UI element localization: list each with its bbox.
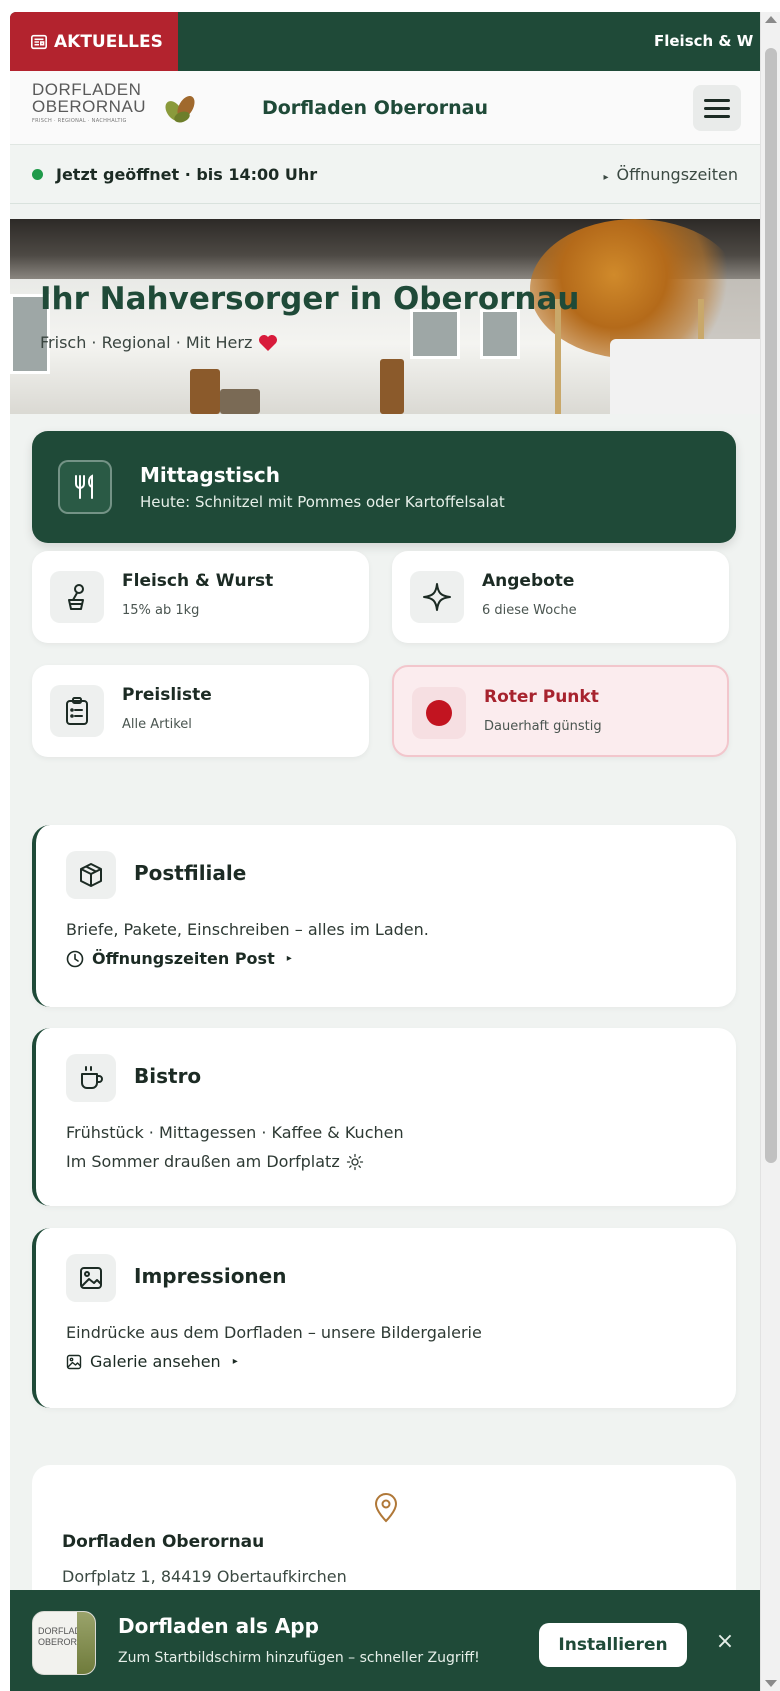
card-title: Impressionen — [134, 1264, 287, 1288]
opening-hours-link[interactable]: ▸ Öffnungszeiten — [603, 145, 738, 204]
news-ticker: AKTUELLES Fleisch & W — [10, 12, 760, 71]
scrollbar-thumb[interactable] — [765, 48, 777, 1163]
meat-icon — [50, 571, 104, 623]
card-title: Postfiliale — [134, 861, 247, 885]
site-header: DORFLADEN OBERORNAU FRISCH · REGIONAL · … — [10, 71, 760, 145]
hero-planter — [190, 369, 220, 414]
lunch-card[interactable]: Mittagstisch Heute: Schnitzel mit Pommes… — [32, 431, 736, 543]
scroll-down-arrow-icon[interactable] — [765, 1680, 777, 1687]
sparkle-icon — [410, 571, 464, 623]
address-name: Dorfladen Oberornau — [62, 1532, 265, 1552]
hamburger-icon-bar — [704, 106, 730, 110]
cutlery-icon — [58, 460, 112, 514]
gallery-link-label: Galerie ansehen — [90, 1352, 221, 1371]
open-status-text: Jetzt geöffnet · bis 14:00 Uhr — [56, 165, 318, 184]
tile-subtitle: Alle Artikel — [122, 717, 192, 732]
hero-subtitle: Frisch · Regional · Mit Herz — [40, 333, 278, 352]
image-icon — [66, 1254, 116, 1302]
card-text-secondary-label: Im Sommer draußen am Dorfplatz — [66, 1152, 340, 1171]
hamburger-menu-button[interactable] — [693, 85, 741, 131]
ticker-text[interactable]: Fleisch & W — [654, 12, 753, 71]
hero-van — [610, 339, 760, 414]
close-icon[interactable]: × — [710, 1627, 740, 1657]
card-impressionen: Impressionen Eindrücke aus dem Dorfladen… — [32, 1228, 736, 1408]
hero-banner: Ihr Nahversorger in Oberornau Frisch · R… — [10, 219, 760, 414]
post-hours-link[interactable]: Öffnungszeiten Post ▸ — [66, 949, 292, 968]
gallery-link[interactable]: Galerie ansehen ▸ — [66, 1352, 238, 1371]
card-title: Bistro — [134, 1064, 202, 1088]
card-text: Eindrücke aus dem Dorfladen – unsere Bil… — [66, 1323, 482, 1342]
tile-title: Fleisch & Wurst — [122, 571, 274, 591]
header-title[interactable]: Dorfladen Oberornau — [180, 71, 570, 145]
tile-angebote[interactable]: Angebote 6 diese Woche — [392, 551, 729, 643]
tile-subtitle: Dauerhaft günstig — [484, 719, 602, 734]
tile-title: Preisliste — [122, 685, 212, 705]
lunch-title: Mittagstisch — [140, 463, 281, 487]
opening-status-bar: Jetzt geöffnet · bis 14:00 Uhr ▸ Öffnungs… — [10, 145, 760, 204]
tile-title: Angebote — [482, 571, 575, 591]
tile-subtitle: 6 diese Woche — [482, 603, 577, 618]
red-dot-shape — [426, 700, 452, 726]
tile-fleisch-wurst[interactable]: Fleisch & Wurst 15% ab 1kg — [32, 551, 369, 643]
app-logo: DORFLADEN OBERORNAU — [32, 1611, 96, 1675]
card-text-secondary: Im Sommer draußen am Dorfplatz — [66, 1152, 364, 1171]
logo[interactable]: DORFLADEN OBERORNAU FRISCH · REGIONAL · … — [32, 81, 202, 137]
hero-subtitle-text: Frisch · Regional · Mit Herz — [40, 333, 253, 352]
scroll-up-arrow-icon[interactable] — [765, 16, 777, 23]
app-viewport: AKTUELLES Fleisch & W DORFLADEN OBERORNA… — [10, 12, 760, 1691]
triangle-right-icon: ▸ — [232, 1356, 238, 1367]
package-icon — [66, 851, 116, 899]
hero-planter — [380, 359, 404, 414]
address-street[interactable]: Dorfplatz 1, 84419 Obertaufkirchen — [62, 1567, 347, 1586]
hero-title: Ihr Nahversorger in Oberornau — [40, 281, 580, 317]
sun-icon — [346, 1153, 363, 1170]
banner-title: Dorfladen als App — [118, 1614, 319, 1638]
news-badge[interactable]: AKTUELLES — [10, 12, 178, 71]
tile-title: Roter Punkt — [484, 687, 599, 707]
newspaper-icon — [30, 34, 48, 49]
opening-hours-link-label: Öffnungszeiten — [616, 165, 738, 184]
card-text: Briefe, Pakete, Einschreiben – alles im … — [66, 920, 429, 939]
triangle-right-icon: ▸ — [603, 172, 609, 183]
clipboard-icon — [50, 685, 104, 737]
hero-planter — [220, 389, 260, 414]
scrollbar[interactable] — [760, 12, 780, 1691]
news-badge-label: AKTUELLES — [54, 31, 163, 52]
clock-icon — [66, 950, 84, 967]
card-text: Frühstück · Mittagessen · Kaffee & Kuche… — [66, 1123, 404, 1142]
install-app-banner: DORFLADEN OBERORNAU Dorfladen als App Zu… — [10, 1590, 760, 1691]
tile-roter-punkt[interactable]: Roter Punkt Dauerhaft günstig — [392, 665, 729, 757]
red-dot-icon — [412, 687, 466, 739]
image-icon — [66, 1354, 82, 1369]
hamburger-icon-bar — [704, 114, 730, 118]
app-logo-stripe — [77, 1612, 95, 1674]
lunch-subtitle: Heute: Schnitzel mit Pommes oder Kartoff… — [140, 493, 505, 511]
tile-subtitle: 15% ab 1kg — [122, 603, 200, 618]
post-hours-link-label: Öffnungszeiten Post — [92, 949, 275, 968]
open-status-dot-icon — [32, 169, 43, 180]
card-postfiliale: Postfiliale Briefe, Pakete, Einschreiben… — [32, 825, 736, 1007]
map-pin-icon — [374, 1493, 398, 1523]
heart-icon — [259, 334, 278, 351]
banner-subtitle: Zum Startbildschirm hinzufügen – schnell… — [118, 1650, 480, 1666]
coffee-cup-icon — [66, 1054, 116, 1102]
triangle-right-icon: ▸ — [286, 953, 292, 964]
install-button[interactable]: Installieren — [539, 1623, 687, 1667]
tile-preisliste[interactable]: Preisliste Alle Artikel — [32, 665, 369, 757]
hamburger-icon-bar — [704, 98, 730, 102]
card-bistro: Bistro Frühstück · Mittagessen · Kaffee … — [32, 1028, 736, 1206]
